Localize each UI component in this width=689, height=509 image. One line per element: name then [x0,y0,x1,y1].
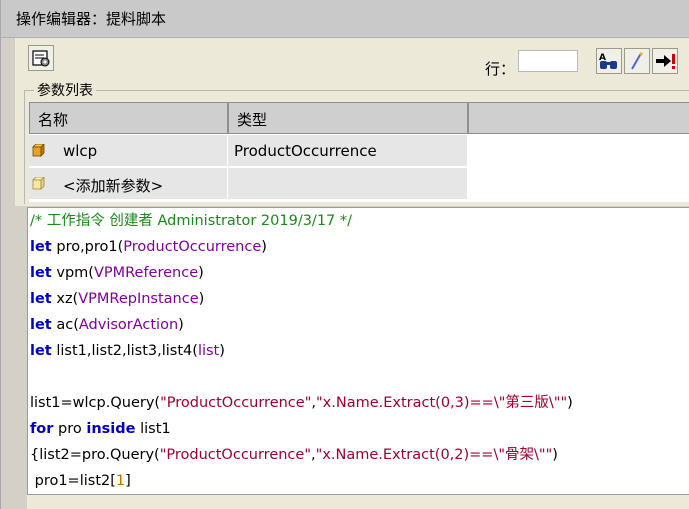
run-arrow-icon [656,54,675,69]
param-row-type[interactable]: ProductOccurrence [228,135,468,167]
magic-wand-button[interactable] [624,48,650,74]
toolbar [15,38,689,83]
script-settings-icon [32,50,50,67]
params-group-label: 参数列表 [34,80,96,100]
code-line: let vpm(VPMReference) [30,265,204,281]
script-settings-button[interactable] [28,45,54,71]
row-input[interactable] [518,50,578,72]
column-header-type[interactable]: 类型 [228,102,468,134]
param-row-name[interactable]: wlcp [29,135,228,167]
add-param-row[interactable]: <添加新参数> [29,168,228,200]
new-parameter-cube-icon [32,177,45,190]
row-label: 行： [485,60,516,78]
column-header-extra[interactable] [468,102,689,134]
title-bar[interactable]: 操作编辑器：提料脚本 [1,0,689,38]
code-line: pro1=list2[1] [30,473,131,489]
code-line: let xz(VPMRepInstance) [30,291,205,307]
code-line: list1=wlcp.Query("ProductOccurrence","x.… [30,395,573,411]
code-line: let list1,list2,list3,list4(list) [30,343,225,359]
parameter-cube-icon [32,144,45,157]
params-grid: 名称 类型 wlcp ProductOccurrence <添加新参数> [29,102,689,202]
run-button[interactable] [652,48,678,74]
column-header-name[interactable]: 名称 [29,102,228,134]
find-icon: A [599,53,617,69]
code-line: for pro inside list1 [30,421,171,437]
code-editor[interactable]: /* 工作指令 创建者 Administrator 2019/3/17 */ l… [27,207,689,495]
param-name-text: wlcp [63,142,98,160]
operation-editor-window: 操作编辑器：提料脚本 行： A 参数列表 名称 类型 wlcp ProductO… [0,0,689,509]
code-line: {list2=pro.Query("ProductOccurrence","x.… [30,447,558,463]
find-button[interactable]: A [596,48,622,74]
code-line: /* 工作指令 创建者 Administrator 2019/3/17 */ [30,213,353,229]
code-line: let ac(AdvisorAction) [30,317,184,333]
code-line: let pro,pro1(ProductOccurrence) [30,239,267,255]
window-title: 操作编辑器：提料脚本 [16,10,167,28]
add-param-text: <添加新参数> [63,177,164,195]
magic-wand-icon [631,52,643,70]
add-param-type-cell[interactable] [228,168,468,200]
editor-bottom-strip [27,495,689,509]
